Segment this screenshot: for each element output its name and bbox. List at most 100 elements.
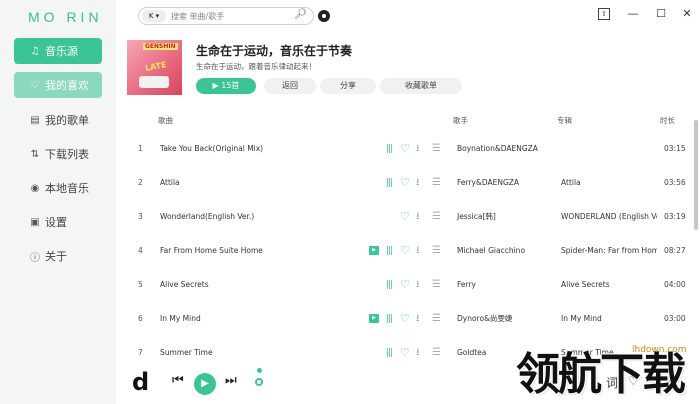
add-to-queue-icon[interactable]: ☰ [432, 142, 441, 156]
song-album[interactable]: Attila [561, 166, 657, 200]
sidebar-item-music-source[interactable]: ♫ 音乐源 [14, 38, 102, 64]
watermark: 领航下载 [516, 349, 686, 400]
song-artist[interactable]: Ferry&DAENGZA [457, 166, 557, 200]
song-album[interactable]: In My Mind [561, 302, 657, 336]
progress-indicator [257, 368, 262, 373]
maximize-button[interactable]: ☐ [652, 5, 670, 23]
heart-icon[interactable]: ♡ [400, 244, 410, 258]
app-logo: MO RIN [28, 9, 103, 25]
next-icon[interactable]: ⏭ [225, 373, 237, 388]
track-number: 6 [138, 314, 143, 323]
sidebar-item-label: 设置 [45, 216, 67, 229]
download-icon[interactable]: ⭳ [416, 176, 420, 190]
progress-handle[interactable] [255, 378, 263, 386]
download-icon[interactable]: ⭳ [416, 278, 420, 292]
column-header-title: 歌曲 [158, 116, 173, 125]
song-row[interactable]: 4 Far From Home Suite Home ▶ ||| ♡ ⭳ ☰ M… [126, 234, 692, 268]
heart-icon[interactable]: ♡ [400, 278, 410, 292]
song-artist[interactable]: Jessica[韩] [457, 200, 557, 234]
about-icon: ⓘ [30, 252, 40, 264]
song-artist[interactable]: Dynoro&尚雯婕 [457, 302, 557, 336]
disc-icon[interactable] [318, 10, 330, 22]
download-icon[interactable]: ⭳ [416, 346, 420, 360]
audio-wave-icon[interactable]: ||| [386, 313, 396, 325]
track-number: 4 [138, 246, 143, 255]
song-artist[interactable]: Boynation&DAENGZA [457, 132, 557, 166]
audio-wave-icon[interactable]: ||| [386, 347, 396, 359]
share-button[interactable]: 分享 [320, 78, 376, 94]
audio-wave-icon[interactable]: ||| [386, 177, 396, 189]
song-row[interactable]: 1 Take You Back(Original Mix) ||| ♡ ⭳ ☰ … [126, 132, 692, 166]
search-source-dropdown[interactable]: K ▾ [142, 10, 166, 22]
collect-playlist-button[interactable]: 收藏歌单 [380, 78, 462, 94]
song-title: Alive Secrets [160, 280, 209, 289]
song-title: Attila [160, 178, 180, 187]
music-source-icon: ♫ [30, 45, 40, 57]
audio-wave-icon[interactable]: ||| [386, 245, 396, 257]
mv-icon[interactable]: ▶ [369, 246, 379, 255]
add-to-queue-icon[interactable]: ☰ [432, 244, 441, 258]
mv-icon[interactable]: ▶ [369, 314, 379, 323]
song-album[interactable]: Alive Secrets [561, 268, 657, 302]
song-duration: 03:56 [664, 178, 686, 187]
download-icon[interactable]: ⭳ [416, 312, 420, 326]
minimize-button[interactable]: — [624, 5, 642, 23]
settings-icon: ▣ [30, 216, 40, 228]
sidebar-item-downloads[interactable]: ⇅ 下载列表 [14, 141, 102, 167]
heart-icon[interactable]: ♡ [400, 142, 410, 156]
song-artist[interactable]: Michael Giacchino [457, 234, 557, 268]
song-artist[interactable]: Ferry [457, 268, 557, 302]
song-row[interactable]: 5 Alive Secrets ||| ♡ ⭳ ☰ Ferry Alive Se… [126, 268, 692, 302]
cover-art-shape [139, 76, 169, 88]
heart-icon[interactable]: ♡ [400, 312, 410, 326]
heart-icon[interactable]: ♡ [400, 176, 410, 190]
search-input[interactable] [171, 9, 291, 23]
sidebar-item-label: 我的喜欢 [45, 79, 89, 92]
playlist-cover: GENSHIN LATE [127, 40, 182, 95]
play-button[interactable]: ▶ [194, 373, 216, 395]
play-all-label: 15首 [221, 81, 240, 90]
heart-icon[interactable]: ♡ [400, 346, 410, 360]
heart-icon[interactable]: ♡ [400, 210, 410, 224]
download-icon[interactable]: ⭳ [416, 210, 420, 224]
sidebar-item-about[interactable]: ⓘ 关于 [14, 243, 102, 269]
song-album[interactable]: Spider-Man: Far from Hom [561, 234, 657, 268]
play-circle-icon: ▶︎ [212, 81, 219, 90]
audio-wave-icon[interactable]: ||| [386, 279, 396, 291]
playlist-title: 生命在于运动，音乐在于节奏 [196, 44, 353, 58]
sidebar-item-label: 本地音乐 [45, 182, 89, 195]
back-button[interactable]: 返回 [264, 78, 316, 94]
previous-icon[interactable]: ⏮ [172, 373, 184, 388]
download-icon[interactable]: ⭳ [416, 142, 420, 156]
song-album[interactable]: WONDERLAND (English Ve [561, 200, 657, 234]
column-header-artist: 歌手 [453, 116, 468, 125]
sidebar-item-favorites[interactable]: ♡ 我的喜欢 [14, 72, 102, 98]
sidebar-item-playlists[interactable]: ▤ 我的歌单 [14, 107, 102, 133]
add-to-queue-icon[interactable]: ☰ [432, 278, 441, 292]
download-icon[interactable]: ⭳ [416, 244, 420, 258]
track-number: 1 [138, 144, 143, 153]
sidebar-item-label: 我的歌单 [45, 114, 89, 127]
close-button[interactable]: ✕ [678, 5, 696, 23]
watermark-site: lhdown.com [632, 345, 687, 355]
audio-wave-icon[interactable]: ||| [386, 143, 396, 155]
song-row[interactable]: 3 Wonderland(English Ver.) ♡ ⭳ ☰ Jessica… [126, 200, 692, 234]
heart-icon: ♡ [30, 79, 40, 91]
song-row[interactable]: 2 Attila ||| ♡ ⭳ ☰ Ferry&DAENGZA Attila … [126, 166, 692, 200]
search-bar: K ▾ 🔎︎ [138, 7, 314, 25]
song-title: Wonderland(English Ver.) [160, 212, 255, 221]
sidebar-item-label: 下载列表 [45, 148, 89, 161]
add-to-queue-icon[interactable]: ☰ [432, 210, 441, 224]
play-all-button[interactable]: ▶︎ 15首 [196, 78, 256, 94]
song-row[interactable]: 6 In My Mind ▶ ||| ♡ ⭳ ☰ Dynoro&尚雯婕 In M… [126, 302, 692, 336]
sidebar-item-local-music[interactable]: ◉ 本地音乐 [14, 175, 102, 201]
sidebar-item-settings[interactable]: ▣ 设置 [14, 209, 102, 235]
add-to-queue-icon[interactable]: ☰ [432, 346, 441, 360]
scrollbar[interactable] [694, 120, 698, 230]
add-to-queue-icon[interactable]: ☰ [432, 312, 441, 326]
search-icon[interactable]: 🔎︎ [294, 9, 307, 20]
song-album[interactable] [561, 132, 657, 166]
song-title: Take You Back(Original Mix) [160, 144, 264, 153]
mini-mode-button[interactable]: ⇧ [598, 8, 610, 20]
add-to-queue-icon[interactable]: ☰ [432, 176, 441, 190]
